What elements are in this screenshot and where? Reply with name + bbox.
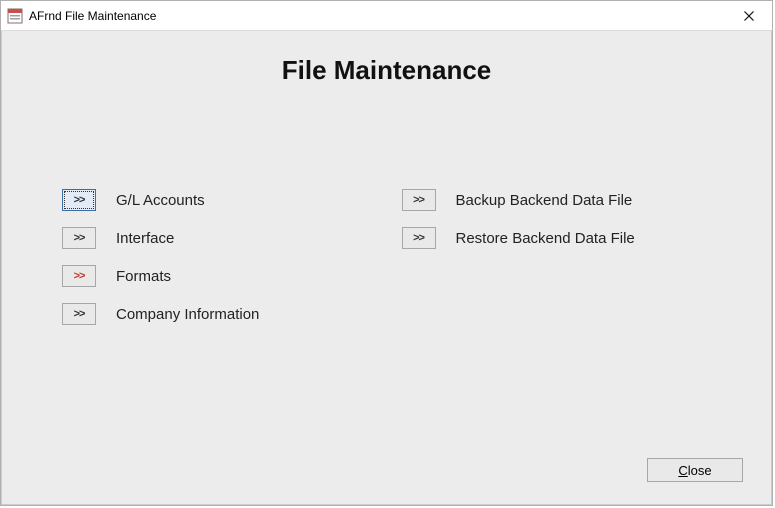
formats-button[interactable]: >> — [62, 265, 96, 287]
chevron-right-icon: >> — [74, 270, 85, 282]
restore-button[interactable]: >> — [402, 227, 436, 249]
close-icon — [744, 11, 754, 21]
left-column: >> G/L Accounts >> Interface >> Formats — [62, 181, 372, 333]
options-grid: >> G/L Accounts >> Interface >> Formats — [62, 181, 711, 333]
interface-label: Interface — [116, 230, 174, 247]
right-column: >> Backup Backend Data File >> Restore B… — [402, 181, 712, 333]
company-information-button[interactable]: >> — [62, 303, 96, 325]
interface-button[interactable]: >> — [62, 227, 96, 249]
client-area: File Maintenance >> G/L Accounts >> Inte… — [1, 31, 772, 505]
gl-accounts-label: G/L Accounts — [116, 192, 205, 209]
backup-label: Backup Backend Data File — [456, 192, 633, 209]
option-row-gl-accounts: >> G/L Accounts — [62, 181, 372, 219]
chevron-right-icon: >> — [74, 232, 85, 244]
chevron-right-icon: >> — [413, 232, 424, 244]
form-icon — [7, 8, 23, 24]
company-information-label: Company Information — [116, 306, 259, 323]
chevron-right-icon: >> — [74, 194, 85, 206]
page-title: File Maintenance — [2, 55, 771, 86]
window-close-button[interactable] — [726, 1, 772, 31]
restore-label: Restore Backend Data File — [456, 230, 635, 247]
dialog-window: AFrnd File Maintenance File Maintenance … — [0, 0, 773, 506]
option-row-backup: >> Backup Backend Data File — [402, 181, 712, 219]
window-title: AFrnd File Maintenance — [29, 9, 156, 23]
chevron-right-icon: >> — [74, 308, 85, 320]
gl-accounts-button[interactable]: >> — [62, 189, 96, 211]
formats-label: Formats — [116, 268, 171, 285]
option-row-interface: >> Interface — [62, 219, 372, 257]
option-row-formats: >> Formats — [62, 257, 372, 295]
close-rest: lose — [688, 463, 712, 478]
backup-button[interactable]: >> — [402, 189, 436, 211]
chevron-right-icon: >> — [413, 194, 424, 206]
titlebar: AFrnd File Maintenance — [1, 1, 772, 31]
close-accel: C — [678, 463, 687, 478]
option-row-restore: >> Restore Backend Data File — [402, 219, 712, 257]
close-button[interactable]: Close — [647, 458, 743, 482]
option-row-company-information: >> Company Information — [62, 295, 372, 333]
